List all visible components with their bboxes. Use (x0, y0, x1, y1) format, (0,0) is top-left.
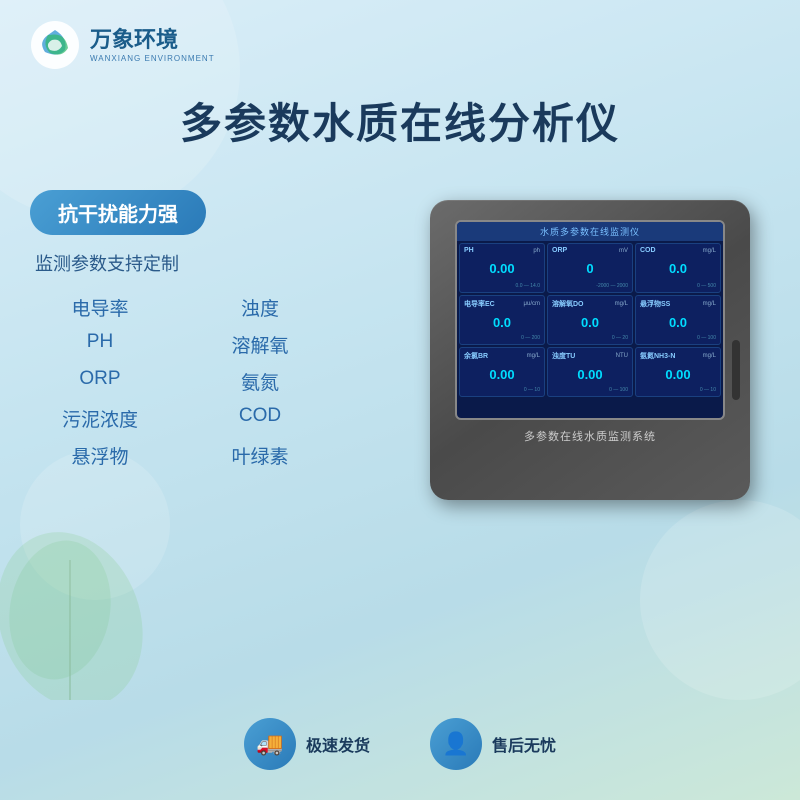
delivery-label: 极速发货 (306, 732, 370, 756)
service-label: 售后无忧 (492, 732, 556, 756)
cell-orp-value: 0 (552, 261, 628, 276)
cell-ph: PH ph 0.00 0.0 — 14.0 (459, 243, 545, 293)
cell-orp-unit: mV (619, 248, 628, 254)
cell-tu: 浊度TU NTU 0.00 0 — 100 (547, 347, 633, 397)
feature-7: COD (190, 405, 330, 432)
bottom-bar: 🚚 极速发货 👤 售后无忧 (30, 718, 770, 770)
cell-tu-param: 浊度TU (552, 351, 575, 361)
cell-ph-unit: ph (533, 248, 540, 254)
delivery-icon-emoji: 🚚 (256, 731, 283, 757)
cell-br-range: 0 — 10 (464, 387, 540, 393)
feature-1: 浊度 (190, 294, 330, 321)
brand-name-en: WANXIANG ENVIRONMENT (90, 54, 215, 63)
cell-tu-unit: NTU (616, 353, 628, 359)
cell-nh3-param: 氨氮NH3-N (640, 351, 675, 361)
left-panel: 抗干扰能力强 监测参数支持定制 电导率 浊度 PH 溶解氧 ORP 氨氮 污泥浓… (30, 190, 330, 469)
cell-ss-unit: mg/L (703, 301, 716, 307)
bottom-item-service: 👤 售后无忧 (430, 718, 556, 770)
cell-nh3-unit: mg/L (703, 353, 716, 359)
main-title: 多参数水质在线分析仪 (0, 90, 800, 151)
delivery-icon: 🚚 (244, 718, 296, 770)
cell-br-unit: mg/L (527, 353, 540, 359)
device-label: 多参数在线水质监测系统 (524, 428, 656, 444)
badge-pill: 抗干扰能力强 (30, 190, 206, 235)
brand-name-cn: 万象环境 (90, 27, 215, 53)
cell-cod-unit: mg/L (703, 248, 716, 254)
cell-ec-param: 电导率EC (464, 299, 495, 309)
feature-9: 叶绿素 (190, 442, 330, 469)
cell-do-value: 0.0 (552, 315, 628, 330)
cell-tu-range: 0 — 100 (552, 387, 628, 393)
cell-nh3: 氨氮NH3-N mg/L 0.00 0 — 10 (635, 347, 721, 397)
cell-ss-param: 悬浮物SS (640, 299, 670, 309)
cell-orp-range: -2000 — 2000 (552, 283, 628, 289)
cell-cod-value: 0.0 (640, 261, 716, 276)
feature-0: 电导率 (30, 294, 170, 321)
cell-cod-param: COD (640, 247, 656, 254)
device-screen: 水质多参数在线监测仪 PH ph 0.00 0.0 — 14.0 ORP mV (455, 220, 725, 420)
cell-ec-range: 0 — 200 (464, 335, 540, 341)
cell-do-unit: mg/L (615, 301, 628, 307)
feature-2: PH (30, 331, 170, 358)
features-grid: 电导率 浊度 PH 溶解氧 ORP 氨氮 污泥浓度 COD 悬浮物 叶绿素 (30, 294, 330, 469)
cell-do-param: 溶解氧DO (552, 299, 584, 309)
screen-title: 水质多参数在线监测仪 (457, 222, 723, 241)
cell-do: 溶解氧DO mg/L 0.0 0 — 20 (547, 295, 633, 345)
cell-ph-range: 0.0 — 14.0 (464, 283, 540, 289)
cell-nh3-value: 0.00 (640, 367, 716, 382)
logo-icon (30, 20, 80, 70)
screen-grid: PH ph 0.00 0.0 — 14.0 ORP mV 0 -2000 — 2… (457, 241, 723, 399)
service-icon: 👤 (430, 718, 482, 770)
feature-3: 溶解氧 (190, 331, 330, 358)
cell-br-value: 0.00 (464, 367, 540, 382)
bottom-item-delivery: 🚚 极速发货 (244, 718, 370, 770)
cell-nh3-range: 0 — 10 (640, 387, 716, 393)
leaf-decoration (0, 500, 160, 700)
cell-ss: 悬浮物SS mg/L 0.0 0 — 100 (635, 295, 721, 345)
cell-cod-range: 0 — 500 (640, 283, 716, 289)
cell-br-param: 余氯BR (464, 351, 488, 361)
cell-ph-value: 0.00 (464, 261, 540, 276)
cell-ss-range: 0 — 100 (640, 335, 716, 341)
header: 万象环境 WANXIANG ENVIRONMENT (30, 20, 215, 70)
service-icon-emoji: 👤 (442, 731, 469, 757)
cell-cod: COD mg/L 0.0 0 — 500 (635, 243, 721, 293)
cell-ec: 电导率EC μu/cm 0.0 0 — 200 (459, 295, 545, 345)
cell-orp: ORP mV 0 -2000 — 2000 (547, 243, 633, 293)
cell-orp-param: ORP (552, 247, 567, 254)
feature-8: 悬浮物 (30, 442, 170, 469)
feature-5: 氨氮 (190, 368, 330, 395)
cell-ss-value: 0.0 (640, 315, 716, 330)
cell-ec-value: 0.0 (464, 315, 540, 330)
device-cable (732, 340, 740, 400)
device-container: 水质多参数在线监测仪 PH ph 0.00 0.0 — 14.0 ORP mV (430, 200, 770, 540)
subtitle: 监测参数支持定制 (30, 250, 330, 276)
cell-do-range: 0 — 20 (552, 335, 628, 341)
cell-tu-value: 0.00 (552, 367, 628, 382)
device-box: 水质多参数在线监测仪 PH ph 0.00 0.0 — 14.0 ORP mV (430, 200, 750, 500)
logo-text: 万象环境 WANXIANG ENVIRONMENT (90, 27, 215, 62)
feature-6: 污泥浓度 (30, 405, 170, 432)
cell-ec-unit: μu/cm (524, 301, 540, 307)
cell-br: 余氯BR mg/L 0.00 0 — 10 (459, 347, 545, 397)
cell-ph-param: PH (464, 247, 474, 254)
feature-4: ORP (30, 368, 170, 395)
